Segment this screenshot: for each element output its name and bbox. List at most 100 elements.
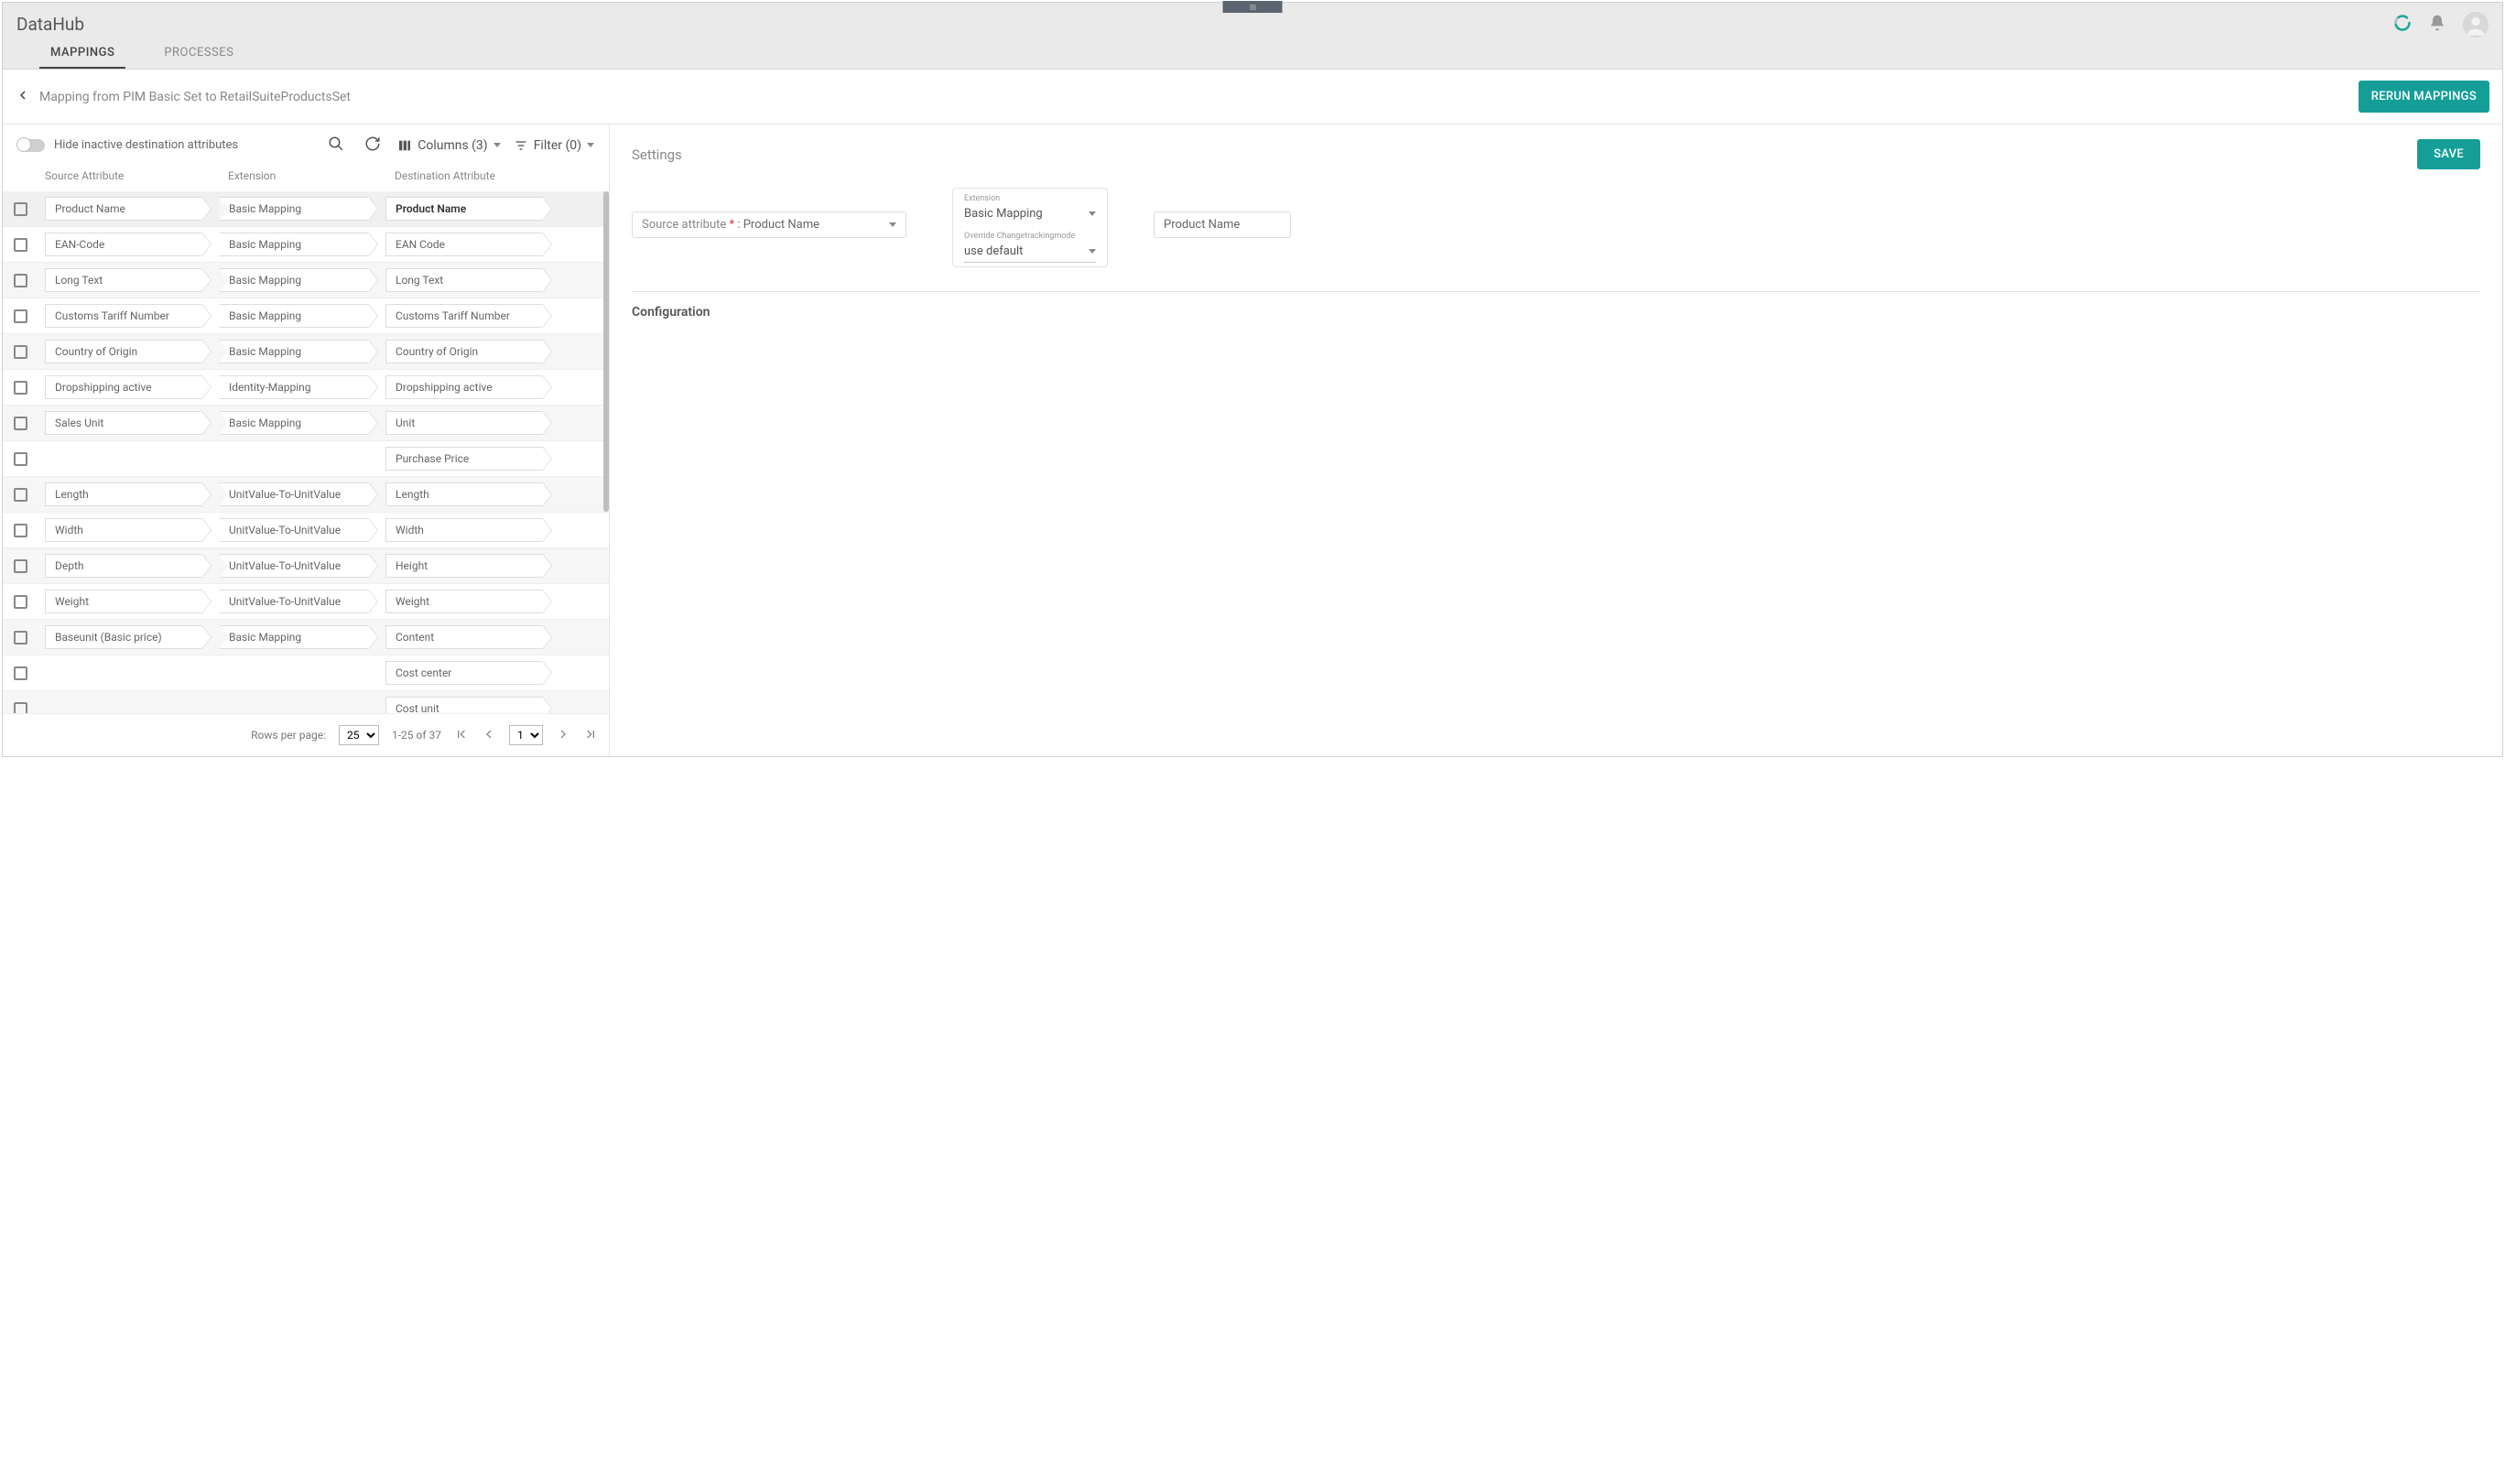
- extension-cell[interactable]: UnitValue-To-UnitValue: [219, 554, 369, 578]
- save-button[interactable]: SAVE: [2417, 139, 2480, 169]
- destination-attribute-cell[interactable]: Country of Origin: [385, 340, 543, 363]
- row-checkbox[interactable]: [14, 309, 27, 323]
- destination-attribute-cell[interactable]: Dropshipping active: [385, 375, 543, 399]
- source-attribute-cell[interactable]: Dropshipping active: [45, 375, 202, 399]
- extension-cell[interactable]: Basic Mapping: [219, 340, 369, 363]
- drag-handle[interactable]: [1223, 1, 1283, 13]
- table-body: Product Name Basic Mapping Product Name EAN…: [3, 191, 609, 713]
- scrollbar[interactable]: [603, 191, 609, 512]
- table-row[interactable]: Purchase Price: [3, 441, 609, 477]
- avatar[interactable]: [2463, 12, 2489, 38]
- source-attribute-field[interactable]: Source attribute * : Product Name: [632, 211, 906, 238]
- destination-attribute-cell[interactable]: Cost unit: [385, 697, 543, 713]
- source-attribute-cell[interactable]: EAN-Code: [45, 233, 202, 256]
- destination-attribute-cell[interactable]: Long Text: [385, 268, 543, 292]
- row-checkbox[interactable]: [14, 666, 27, 680]
- tab-processes[interactable]: PROCESSES: [153, 37, 244, 69]
- destination-attribute-cell[interactable]: Product Name: [385, 197, 543, 221]
- row-checkbox[interactable]: [14, 595, 27, 609]
- table-row[interactable]: Product Name Basic Mapping Product Name: [3, 191, 609, 227]
- table-row[interactable]: EAN-Code Basic Mapping EAN Code: [3, 227, 609, 263]
- destination-field[interactable]: Product Name: [1154, 211, 1291, 238]
- destination-attribute-cell[interactable]: Weight: [385, 590, 543, 613]
- extension-cell[interactable]: Identity-Mapping: [219, 375, 369, 399]
- sync-icon[interactable]: [2393, 14, 2412, 36]
- table-row[interactable]: Long Text Basic Mapping Long Text: [3, 263, 609, 298]
- destination-attribute-cell[interactable]: Purchase Price: [385, 447, 543, 471]
- row-checkbox[interactable]: [14, 381, 27, 395]
- extension-cell[interactable]: UnitValue-To-UnitValue: [219, 590, 369, 613]
- table-row[interactable]: Sales Unit Basic Mapping Unit: [3, 406, 609, 441]
- destination-attribute-cell[interactable]: Width: [385, 518, 543, 542]
- changetracking-select[interactable]: use default: [964, 243, 1096, 263]
- extension-cell[interactable]: UnitValue-To-UnitValue: [219, 482, 369, 506]
- bell-icon[interactable]: [2428, 14, 2446, 36]
- row-checkbox[interactable]: [14, 274, 27, 287]
- header-icons: [2393, 12, 2489, 38]
- destination-attribute-cell[interactable]: Height: [385, 554, 543, 578]
- destination-attribute-cell[interactable]: Content: [385, 625, 543, 649]
- extension-cell[interactable]: UnitValue-To-UnitValue: [219, 518, 369, 542]
- next-page-icon[interactable]: [556, 727, 570, 744]
- page-select[interactable]: 1: [509, 725, 543, 745]
- destination-attribute-cell[interactable]: EAN Code: [385, 233, 543, 256]
- destination-attribute-cell[interactable]: Customs Tariff Number: [385, 304, 543, 328]
- extension-cell[interactable]: Basic Mapping: [219, 625, 369, 649]
- table-row[interactable]: Length UnitValue-To-UnitValue Length: [3, 477, 609, 513]
- left-panel: Hide inactive destination attributes Col…: [3, 125, 609, 756]
- extension-cell[interactable]: Basic Mapping: [219, 411, 369, 435]
- last-page-icon[interactable]: [583, 727, 598, 744]
- row-checkbox[interactable]: [14, 238, 27, 252]
- tab-mappings[interactable]: MAPPINGS: [39, 37, 125, 69]
- first-page-icon[interactable]: [454, 727, 469, 744]
- header-extension: Extension: [228, 169, 395, 182]
- destination-attribute-cell[interactable]: Length: [385, 482, 543, 506]
- table-row[interactable]: Customs Tariff Number Basic Mapping Custom…: [3, 298, 609, 334]
- filter-button[interactable]: Filter (0): [514, 138, 594, 153]
- table-row[interactable]: Depth UnitValue-To-UnitValue Height: [3, 548, 609, 584]
- row-checkbox[interactable]: [14, 631, 27, 645]
- extension-select[interactable]: Basic Mapping: [964, 205, 1096, 224]
- row-checkbox[interactable]: [14, 488, 27, 502]
- extension-cell[interactable]: Basic Mapping: [219, 233, 369, 256]
- source-attribute-cell[interactable]: Weight: [45, 590, 202, 613]
- toggle-inactive[interactable]: Hide inactive destination attributes: [17, 138, 238, 152]
- source-attribute-cell[interactable]: Country of Origin: [45, 340, 202, 363]
- row-checkbox[interactable]: [14, 702, 27, 714]
- row-checkbox[interactable]: [14, 559, 27, 573]
- source-attribute-cell[interactable]: Long Text: [45, 268, 202, 292]
- extension-cell[interactable]: Basic Mapping: [219, 268, 369, 292]
- source-attribute-cell[interactable]: Baseunit (Basic price): [45, 625, 202, 649]
- row-checkbox[interactable]: [14, 202, 27, 216]
- search-icon[interactable]: [324, 132, 348, 159]
- source-attribute-cell[interactable]: Width: [45, 518, 202, 542]
- refresh-icon[interactable]: [361, 132, 385, 159]
- source-attribute-cell[interactable]: Customs Tariff Number: [45, 304, 202, 328]
- row-checkbox[interactable]: [14, 524, 27, 537]
- source-attribute-cell[interactable]: Product Name: [45, 197, 202, 221]
- extension-cell[interactable]: Basic Mapping: [219, 304, 369, 328]
- row-checkbox[interactable]: [14, 345, 27, 359]
- row-checkbox[interactable]: [14, 417, 27, 430]
- source-attribute-cell[interactable]: Length: [45, 482, 202, 506]
- table-row[interactable]: Dropshipping active Identity-Mapping Drops…: [3, 370, 609, 406]
- back-icon[interactable]: [16, 88, 30, 106]
- table-row[interactable]: Width UnitValue-To-UnitValue Width: [3, 513, 609, 548]
- destination-attribute-cell[interactable]: Cost center: [385, 661, 543, 685]
- destination-attribute-cell[interactable]: Unit: [385, 411, 543, 435]
- extension-cell[interactable]: Basic Mapping: [219, 197, 369, 221]
- toggle-switch[interactable]: [17, 139, 45, 152]
- table-row[interactable]: Baseunit (Basic price) Basic Mapping Conte…: [3, 620, 609, 655]
- chevron-down-icon: [889, 222, 896, 227]
- rows-per-page-select[interactable]: 25: [339, 725, 379, 745]
- source-attribute-cell[interactable]: Depth: [45, 554, 202, 578]
- table-row[interactable]: Weight UnitValue-To-UnitValue Weight: [3, 584, 609, 620]
- source-attribute-cell[interactable]: Sales Unit: [45, 411, 202, 435]
- table-row[interactable]: Country of Origin Basic Mapping Country of…: [3, 334, 609, 370]
- columns-button[interactable]: Columns (3): [397, 138, 500, 153]
- rerun-mappings-button[interactable]: RERUN MAPPINGS: [2359, 81, 2489, 113]
- row-checkbox[interactable]: [14, 452, 27, 466]
- table-row[interactable]: Cost center: [3, 655, 609, 691]
- table-row[interactable]: Cost unit: [3, 691, 609, 713]
- prev-page-icon[interactable]: [482, 727, 496, 744]
